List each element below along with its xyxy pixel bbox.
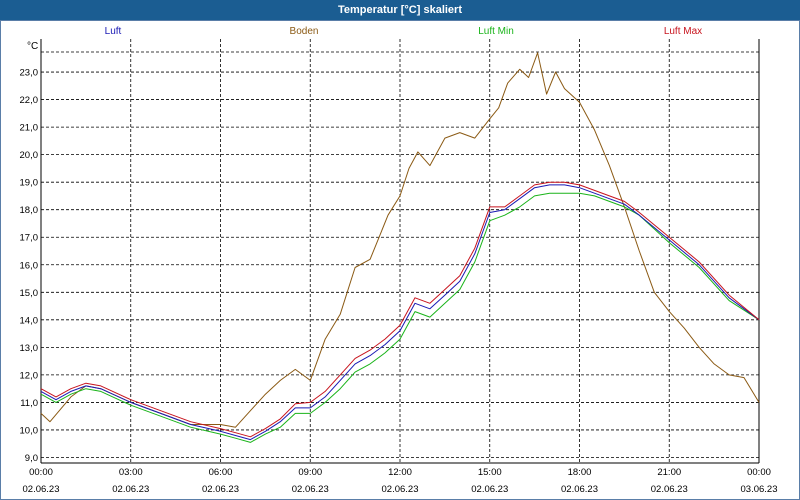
legend-entry: Luft Max (664, 26, 702, 37)
x-tick-date: 02.06.23 (23, 484, 60, 495)
y-axis-label: °C (27, 41, 38, 52)
y-tick-label: 22,0 (20, 95, 39, 106)
chart-title: Temperatur [°C] skaliert (0, 0, 800, 20)
x-tick-date: 02.06.23 (471, 484, 508, 495)
y-tick-label: 13,0 (20, 343, 39, 354)
legend-entry: Luft Min (478, 26, 514, 37)
y-tick-label: 14,0 (20, 315, 39, 326)
x-tick-date: 02.06.23 (112, 484, 149, 495)
x-tick-date: 02.06.23 (202, 484, 239, 495)
x-tick-date: 02.06.23 (561, 484, 598, 495)
y-tick-label: 12,0 (20, 370, 39, 381)
y-tick-label: 10,0 (20, 425, 39, 436)
x-tick-date: 02.06.23 (292, 484, 329, 495)
chart-frame: Luft Boden Luft Min Luft Max °C 9,0 10,0 11,0 12… (0, 20, 800, 500)
y-tick-label: 21,0 (20, 123, 39, 134)
temperature-chart: Luft Boden Luft Min Luft Max °C 9,0 10,0 11,0 12… (20, 26, 778, 495)
x-tick-date: 03.06.23 (741, 484, 778, 495)
x-tick-date: 02.06.23 (382, 484, 419, 495)
x-tick-time: 21:00 (657, 467, 681, 478)
y-tick-label: 18,0 (20, 205, 39, 216)
legend-entry: Boden (290, 26, 319, 37)
x-tick-time: 12:00 (388, 467, 412, 478)
y-tick-label: 19,0 (20, 178, 39, 189)
x-tick-time: 15:00 (478, 467, 502, 478)
x-tick-time: 03:00 (119, 467, 143, 478)
y-tick-label: 11,0 (20, 398, 38, 409)
x-tick-date: 02.06.23 (651, 484, 688, 495)
x-tick-time: 00:00 (29, 467, 53, 478)
x-tick-time: 06:00 (209, 467, 233, 478)
x-tick-time: 18:00 (568, 467, 592, 478)
y-tick-label: 20,0 (20, 150, 39, 161)
chart-window: Temperatur [°C] skaliert Luft Boden Luft M… (0, 0, 800, 500)
y-tick-label: 23,0 (20, 68, 39, 79)
y-tick-label: 16,0 (20, 260, 39, 271)
y-tick-label: 9,0 (25, 453, 38, 464)
y-tick-label: 17,0 (20, 233, 39, 244)
x-tick-time: 09:00 (298, 467, 322, 478)
legend-entry: Luft (105, 26, 122, 37)
y-tick-label: 15,0 (20, 288, 39, 299)
x-tick-time: 00:00 (747, 467, 771, 478)
